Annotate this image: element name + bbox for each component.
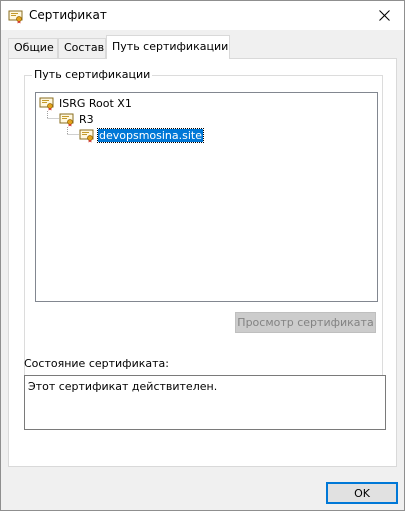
certificate-icon — [8, 8, 24, 24]
tab-strip: Общие Состав Путь сертификации — [8, 35, 403, 59]
certification-path-label: Путь сертификации — [32, 68, 153, 81]
tree-node-label: devopsmosina.site — [96, 127, 205, 143]
certificate-dialog: Сертификат Общие Состав Путь сертификаци… — [0, 0, 405, 511]
window-title: Сертификат — [29, 8, 107, 22]
tree-node-label: R3 — [79, 112, 94, 126]
close-button[interactable] — [364, 1, 404, 30]
certificate-tree[interactable]: ISRG Root X1 R3 devopsmosina.site — [35, 92, 378, 302]
certificate-icon — [79, 129, 94, 143]
certificate-status-box[interactable]: Этот сертификат действителен. — [24, 375, 386, 430]
tree-node-label: ISRG Root X1 — [59, 96, 132, 110]
certificate-status-label: Состояние сертификата: — [24, 357, 169, 370]
certificate-icon — [59, 113, 74, 127]
title-bar: Сертификат — [1, 1, 404, 30]
tree-node-leaf[interactable]: devopsmosina.site — [79, 127, 205, 143]
view-certificate-button[interactable]: Просмотр сертификата — [235, 312, 376, 333]
ok-button[interactable]: OK — [326, 482, 398, 504]
certificate-icon — [39, 97, 54, 111]
tab-details[interactable]: Состав — [58, 38, 106, 58]
tree-node-intermediate[interactable]: R3 — [59, 111, 95, 127]
certificate-status-text: Этот сертификат действителен. — [28, 380, 218, 393]
close-icon — [378, 10, 390, 21]
tree-node-root[interactable]: ISRG Root X1 — [39, 95, 133, 111]
tab-certification-path[interactable]: Путь сертификации — [106, 35, 230, 59]
tab-general[interactable]: Общие — [8, 38, 58, 58]
certification-path-panel: ISRG Root X1 R3 devopsmosina.site Просмо… — [8, 58, 397, 467]
